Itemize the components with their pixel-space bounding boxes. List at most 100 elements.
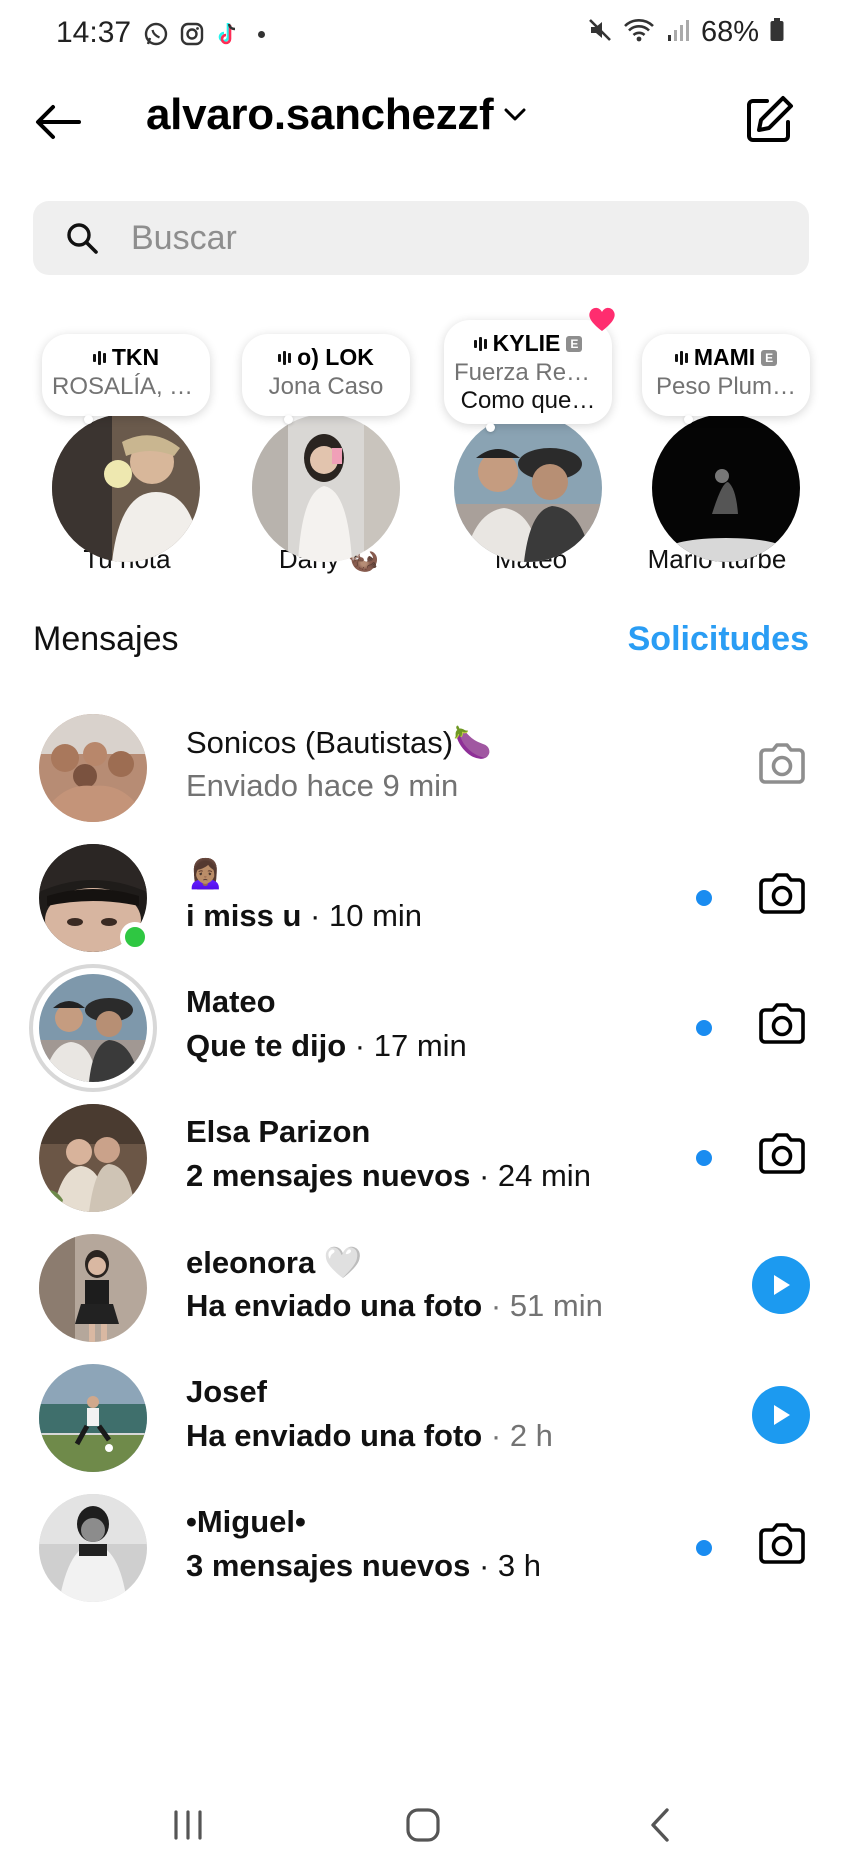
note-song: TKN [52, 344, 200, 371]
unread-dot [696, 890, 712, 906]
notification-dot-icon [258, 30, 265, 38]
note-item[interactable]: o) LOK Jona Caso Dany 🦦 [214, 318, 414, 588]
status-bar: 14:37 68% [0, 0, 843, 66]
recent-apps-button[interactable] [158, 1800, 218, 1850]
conversation-row[interactable]: eleonora 🤍 Ha enviado una foto · 51 min [0, 1216, 843, 1356]
conversation-name: Josef [186, 1374, 267, 1409]
conversation-preview: 3 mensajes nuevos · 3 h [186, 1548, 541, 1583]
messages-section-header: Mensajes Solicitudes [33, 617, 809, 661]
conversation-name: 🙍🏽‍♀️ [186, 855, 225, 890]
avatar[interactable] [252, 414, 400, 562]
note-item[interactable]: MAMI E Peso Plum… Mario Iturbe [618, 318, 818, 588]
recent-apps-icon [174, 1810, 202, 1840]
account-name: alvaro.sanchezzf [146, 90, 494, 139]
conversation-row[interactable]: Mateo Que te dijo · 17 min [0, 956, 843, 1096]
camera-icon [759, 873, 805, 914]
status-system-icons: 68% [587, 16, 785, 49]
avatar[interactable] [454, 414, 602, 562]
mute-icon [587, 17, 613, 48]
note-item[interactable]: TKN ROSALÍA, T… Tu nota [12, 318, 212, 588]
conversation-preview: 2 mensajes nuevos · 24 min [186, 1158, 591, 1193]
note-artist: Fuerza Reg… [454, 359, 602, 386]
avatar[interactable] [652, 414, 800, 562]
avatar [39, 1364, 147, 1472]
conversation-row[interactable]: Josef Ha enviado una foto · 2 h [0, 1346, 843, 1486]
search-icon [65, 220, 101, 256]
conversation-preview: Que te dijo · 17 min [186, 1028, 467, 1063]
unread-dot [696, 1020, 712, 1036]
battery-percent: 68% [700, 16, 759, 48]
conversation-name: •Miguel• [186, 1504, 306, 1539]
back-button[interactable] [30, 94, 86, 150]
camera-button[interactable] [754, 996, 810, 1052]
unread-dot [696, 1540, 712, 1556]
camera-icon [759, 1003, 805, 1044]
note-bubble[interactable]: TKN ROSALÍA, T… [42, 334, 210, 424]
conversation-preview: Enviado hace 9 min [186, 768, 459, 803]
home-button[interactable] [393, 1800, 453, 1850]
note-song: MAMI E [652, 344, 800, 371]
search-input[interactable] [131, 218, 731, 258]
note-bubble[interactable]: KYLIE E Fuerza Reg… Como que… [444, 307, 615, 432]
audio-wave-icon [473, 335, 487, 353]
audio-wave-icon [674, 349, 688, 367]
system-navigation-bar [0, 1780, 843, 1873]
conversation-name: eleonora 🤍 [186, 1245, 363, 1280]
avatar[interactable] [52, 414, 200, 562]
chevron-left-icon [651, 1808, 669, 1842]
account-switcher[interactable]: alvaro.sanchezzf [146, 90, 527, 140]
explicit-icon: E [566, 335, 583, 352]
avatar [39, 1104, 147, 1212]
compose-icon [747, 96, 793, 142]
play-icon [774, 1405, 790, 1425]
home-icon [406, 1808, 440, 1842]
messages-title: Mensajes [33, 619, 179, 658]
heart-icon [589, 307, 615, 331]
avatar [39, 714, 147, 822]
camera-icon [759, 1523, 805, 1564]
note-bubble[interactable]: MAMI E Peso Plum… [642, 334, 810, 424]
note-artist: Jona Caso [268, 373, 384, 400]
camera-button[interactable] [754, 866, 810, 922]
chevron-down-icon [504, 108, 526, 121]
conversation-preview: Ha enviado una foto · 2 h [186, 1418, 553, 1453]
conversation-preview: i miss u · 10 min [186, 898, 423, 933]
notes-row: TKN ROSALÍA, T… Tu nota o) LOK Jona Caso… [0, 307, 843, 588]
audio-wave-icon [92, 349, 106, 367]
conversation-preview: Ha enviado una foto · 51 min [186, 1288, 603, 1323]
whatsapp-icon [142, 20, 170, 48]
note-artist: Peso Plum… [655, 373, 797, 400]
play-button[interactable] [752, 1256, 810, 1314]
new-message-button[interactable] [735, 86, 803, 154]
status-app-icons [142, 20, 265, 48]
camera-icon [759, 743, 805, 784]
status-time: 14:37 [56, 16, 132, 49]
note-text: Como que… [460, 387, 596, 414]
camera-button[interactable] [754, 1516, 810, 1572]
header: alvaro.sanchezzf [0, 80, 843, 160]
note-bubble[interactable]: o) LOK Jona Caso [242, 334, 410, 424]
note-item[interactable]: KYLIE E Fuerza Reg… Como que… Mateo [416, 307, 616, 588]
conversation-row[interactable]: Elsa Parizon 2 mensajes nuevos · 24 min [0, 1086, 843, 1226]
battery-icon [769, 17, 785, 48]
arrow-left-icon [36, 105, 81, 139]
camera-button[interactable] [754, 1126, 810, 1182]
play-button[interactable] [752, 1386, 810, 1444]
camera-button[interactable] [754, 736, 810, 792]
search-bar[interactable] [33, 201, 809, 275]
conversation-row[interactable]: •Miguel• 3 mensajes nuevos · 3 h [0, 1476, 843, 1616]
online-status-indicator [120, 922, 150, 952]
note-artist: ROSALÍA, T… [52, 373, 200, 400]
avatar [39, 1234, 147, 1342]
system-back-button[interactable] [630, 1800, 690, 1850]
conversation-name: Sonicos (Bautistas)🍆 [186, 725, 492, 760]
requests-link[interactable]: Solicitudes [628, 620, 809, 659]
conversation-row[interactable]: Sonicos (Bautistas)🍆 Enviado hace 9 min [0, 696, 843, 836]
wifi-icon [623, 17, 655, 48]
signal-icon [665, 17, 691, 48]
conversation-name: Mateo [186, 984, 276, 1019]
conversation-row[interactable]: 🙍🏽‍♀️ i miss u · 10 min [0, 826, 843, 966]
avatar [39, 1494, 147, 1602]
unread-dot [696, 1150, 712, 1166]
audio-wave-icon [278, 349, 292, 367]
